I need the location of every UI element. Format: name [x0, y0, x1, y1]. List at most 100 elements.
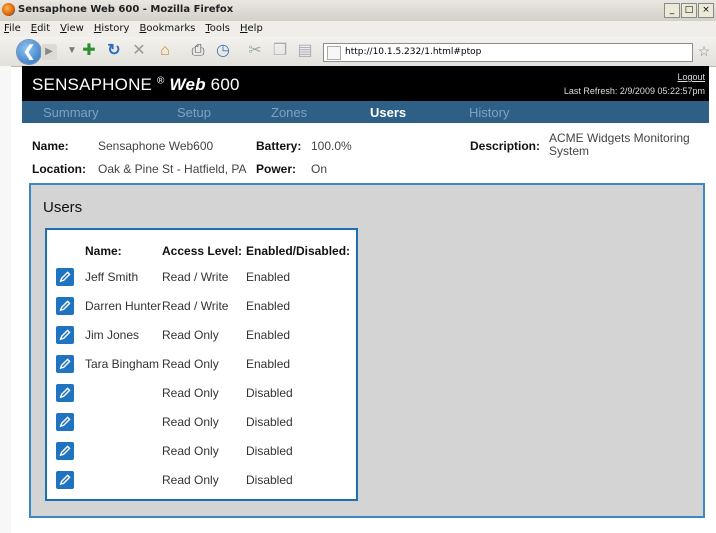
pencil-icon — [59, 387, 71, 399]
edit-user-button[interactable] — [56, 471, 74, 489]
maximize-button[interactable]: □ — [681, 3, 697, 18]
navigation-toolbar: ❮ ▶ ▼ ✚ ↻ ✕ ⌂ ⎙ ◷ ✂ ❐ ▤ http://10.1.5.23… — [0, 37, 716, 67]
paste-icon[interactable]: ▤ — [295, 41, 315, 61]
menu-file[interactable]: File — [0, 21, 27, 34]
status-cell: Disabled — [246, 386, 293, 400]
tab-summary[interactable]: Summary — [43, 105, 99, 120]
access-level-cell: Read / Write — [162, 299, 229, 313]
tab-users[interactable]: Users — [370, 105, 406, 120]
edit-user-button[interactable] — [56, 326, 74, 344]
user-name-cell: Jim Jones — [85, 328, 140, 342]
table-row: Tara Bingham Read Only Enabled — [47, 353, 356, 377]
power-label: Power: — [256, 162, 297, 176]
battery-label: Battery: — [256, 139, 302, 153]
menu-bar: File Edit View History Bookmarks Tools Help — [0, 21, 716, 38]
edit-user-button[interactable] — [56, 442, 74, 460]
access-level-cell: Read Only — [162, 386, 219, 400]
menu-view[interactable]: View — [56, 21, 90, 34]
pencil-icon — [59, 358, 71, 370]
tab-zones[interactable]: Zones — [271, 105, 307, 120]
edit-user-button[interactable] — [56, 384, 74, 402]
description-value: ACME Widgets Monitoring System — [549, 131, 690, 158]
location-label: Location: — [32, 162, 86, 176]
table-row: Read Only Disabled — [47, 469, 356, 493]
location-value: Oak & Pine St - Hatfield, PA — [98, 162, 247, 176]
table-row: Jim Jones Read Only Enabled — [47, 324, 356, 348]
left-edge-gutter — [0, 66, 11, 533]
user-name-cell: Darren Hunter — [85, 299, 162, 313]
history-clock-icon[interactable]: ◷ — [213, 41, 233, 61]
menu-help[interactable]: Help — [236, 21, 269, 34]
forward-button[interactable]: ▶ — [41, 44, 57, 60]
back-button[interactable]: ❮ — [17, 40, 41, 64]
access-level-cell: Read Only — [162, 444, 219, 458]
address-bar[interactable]: http://10.1.5.232/1.html#ptop — [323, 43, 693, 62]
edit-user-button[interactable] — [56, 355, 74, 373]
access-level-cell: Read Only — [162, 473, 219, 487]
status-cell: Disabled — [246, 444, 293, 458]
address-url: http://10.1.5.232/1.html#ptop — [345, 47, 482, 57]
users-table: Name: Access Level: Enabled/Disabled: Je… — [45, 228, 358, 501]
description-label: Description: — [470, 139, 541, 153]
status-cell: Disabled — [246, 473, 293, 487]
home-icon[interactable]: ⌂ — [155, 41, 175, 61]
print-icon[interactable]: ⎙ — [188, 41, 208, 61]
edit-user-button[interactable] — [56, 413, 74, 431]
app-header: SENSAPHONE ® Web 600 Logout Last Refresh… — [22, 66, 709, 101]
power-value: On — [311, 162, 328, 176]
main-nav: Summary Setup Zones Users History — [22, 101, 709, 123]
table-row: Jeff Smith Read / Write Enabled — [47, 266, 356, 290]
bookmark-star-icon[interactable]: ☆ — [694, 41, 714, 61]
edit-user-button[interactable] — [56, 297, 74, 315]
menu-edit[interactable]: Edit — [27, 21, 56, 34]
table-row: Read Only Disabled — [47, 382, 356, 406]
name-label: Name: — [32, 139, 69, 153]
pencil-icon — [59, 474, 71, 486]
tab-setup[interactable]: Setup — [177, 105, 211, 120]
tab-history[interactable]: History — [469, 105, 509, 120]
column-header-name: Name: — [85, 244, 122, 258]
pencil-icon — [59, 329, 71, 341]
table-row: Darren Hunter Read / Write Enabled — [47, 295, 356, 319]
status-cell: Enabled — [246, 299, 291, 313]
status-cell: Enabled — [246, 357, 291, 371]
users-panel-title: Users — [43, 199, 83, 216]
menu-history[interactable]: History — [90, 21, 136, 34]
window-title: Sensaphone Web 600 - Mozilla Firefox — [18, 4, 234, 15]
minimize-button[interactable]: _ — [664, 3, 680, 18]
cut-icon[interactable]: ✂ — [245, 41, 265, 61]
user-name-cell: Jeff Smith — [85, 270, 139, 284]
access-level-cell: Read / Write — [162, 270, 229, 284]
firefox-icon — [2, 3, 15, 16]
pencil-icon — [59, 300, 71, 312]
pencil-icon — [59, 416, 71, 428]
reload-icon[interactable]: ↻ — [104, 41, 124, 61]
app-logo: SENSAPHONE ® Web 600 — [32, 75, 240, 94]
status-cell: Disabled — [246, 415, 293, 429]
status-cell: Enabled — [246, 270, 291, 284]
name-value: Sensaphone Web600 — [98, 139, 214, 153]
close-window-button[interactable]: × — [698, 3, 714, 18]
access-level-cell: Read Only — [162, 415, 219, 429]
page-icon — [327, 46, 341, 60]
column-header-enabled: Enabled/Disabled: — [246, 244, 351, 258]
pencil-icon — [59, 271, 71, 283]
window-title-bar: Sensaphone Web 600 - Mozilla Firefox _ □… — [0, 0, 716, 22]
stop-icon[interactable]: ✕ — [129, 41, 149, 61]
last-refresh-text: Last Refresh: 2/9/2009 05:22:57pm — [563, 86, 705, 96]
table-row: Read Only Disabled — [47, 440, 356, 464]
table-row: Read Only Disabled — [47, 411, 356, 435]
new-tab-icon[interactable]: ✚ — [79, 41, 99, 61]
edit-user-button[interactable] — [56, 268, 74, 286]
battery-value: 100.0% — [311, 139, 352, 153]
menu-tools[interactable]: Tools — [201, 21, 236, 34]
copy-icon[interactable]: ❐ — [270, 41, 290, 61]
menu-bookmarks[interactable]: Bookmarks — [135, 21, 201, 34]
access-level-cell: Read Only — [162, 328, 219, 342]
column-header-access-level: Access Level: — [162, 244, 243, 258]
pencil-icon — [59, 445, 71, 457]
access-level-cell: Read Only — [162, 357, 219, 371]
status-cell: Enabled — [246, 328, 291, 342]
logout-link[interactable]: Logout — [677, 72, 705, 82]
user-name-cell: Tara Bingham — [85, 357, 160, 371]
